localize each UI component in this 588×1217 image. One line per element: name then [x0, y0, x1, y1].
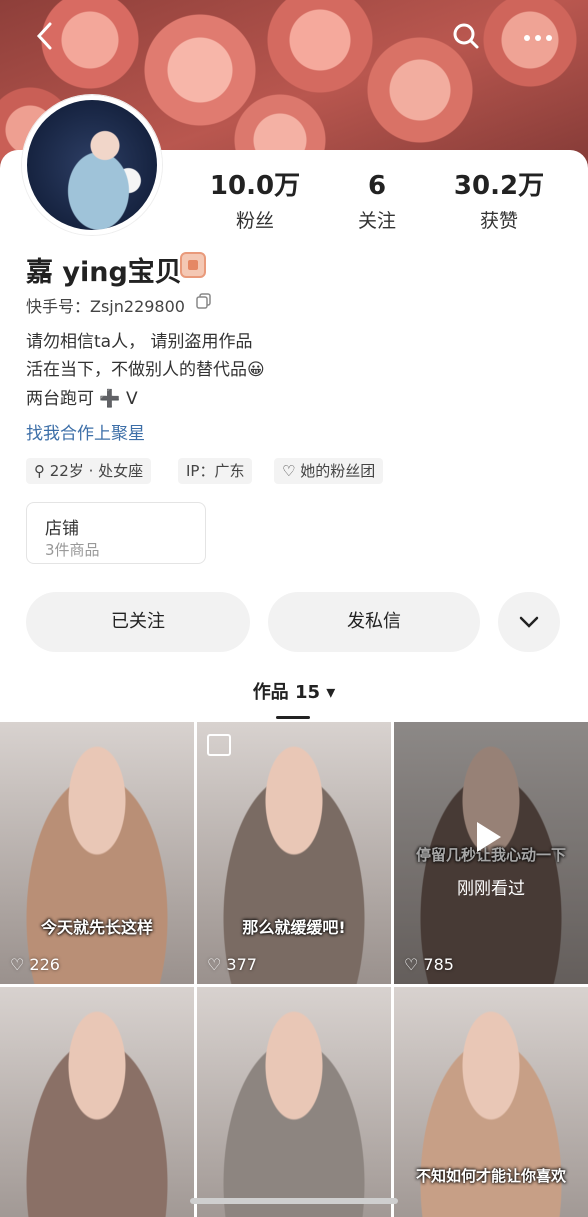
back-arrow-icon[interactable] — [34, 20, 56, 63]
work-likes: ♡ 226 — [10, 955, 60, 974]
recently-viewed-label: 刚刚看过 — [457, 879, 525, 899]
work-caption: 那么就缓缓吧! — [242, 918, 346, 937]
search-icon[interactable] — [452, 20, 480, 63]
work-tile[interactable]: 不知如何才能让你喜欢 — [394, 987, 588, 1217]
chevron-down-icon — [519, 616, 539, 628]
stat-likes[interactable]: 30.2万 获赞 — [434, 170, 564, 233]
copy-icon[interactable] — [196, 293, 212, 309]
stat-followers[interactable]: 10.0万 粉丝 — [190, 170, 320, 233]
work-caption: 今天就先长这样 — [40, 918, 153, 937]
shop-title: 店铺 — [45, 519, 79, 539]
stat-label: 获赞 — [479, 210, 518, 232]
cooperation-link[interactable]: 找我合作上聚星 — [26, 419, 145, 444]
home-indicator[interactable] — [190, 1198, 398, 1204]
bio-line: 活在当下，不做别人的替代品😀 — [26, 360, 265, 380]
bio-line: 两台跑可 ➕ V — [26, 389, 138, 409]
shop-card[interactable]: 店铺 3件商品 — [26, 502, 206, 564]
work-likes: ♡ 377 — [207, 955, 257, 974]
stat-label: 粉丝 — [235, 210, 274, 232]
work-tile[interactable] — [197, 987, 391, 1217]
tag-age-zodiac: ⚲ 22岁 · 处女座 — [26, 458, 152, 484]
profile-name: 嘉 ying宝贝 — [26, 257, 182, 288]
stat-value: 30.2万 — [453, 171, 545, 201]
works-grid: 今天就先长这样 ♡ 226 那么就缓缓吧! ♡ 377 停留几秒让我心动一下 刚… — [0, 722, 588, 1217]
gallery-icon — [207, 734, 231, 756]
verified-badge-icon[interactable] — [180, 252, 206, 278]
stat-value: 6 — [367, 171, 387, 201]
top-bar — [0, 20, 588, 60]
stat-value: 10.0万 — [209, 171, 301, 201]
shop-subtitle: 3件商品 — [45, 541, 100, 559]
followed-button[interactable]: 已关注 — [26, 592, 250, 652]
avatar[interactable] — [22, 95, 162, 235]
work-caption: 不知如何才能让你喜欢 — [415, 1167, 566, 1185]
tag-ip-location: IP：广东 — [178, 458, 253, 484]
work-likes: ♡ 785 — [404, 955, 454, 974]
play-icon — [477, 822, 501, 852]
work-tile[interactable]: 停留几秒让我心动一下 刚刚看过 ♡ 785 — [394, 722, 588, 984]
work-tile[interactable]: 今天就先长这样 ♡ 226 — [0, 722, 194, 984]
profile-stats: 10.0万 粉丝 6 关注 30.2万 获赞 — [190, 170, 580, 240]
stat-following[interactable]: 6 关注 — [312, 170, 442, 233]
message-button[interactable]: 发私信 — [268, 592, 480, 652]
work-tile[interactable] — [0, 987, 194, 1217]
bio-line: 请勿相信ta人， 请别盗用作品 — [26, 332, 253, 352]
more-actions-button[interactable] — [498, 592, 560, 652]
viewed-overlay — [394, 722, 588, 984]
tag-fan-club[interactable]: ♡ 她的粉丝团 — [274, 458, 384, 484]
tab-underline — [276, 716, 310, 719]
work-tile[interactable]: 那么就缓缓吧! ♡ 377 — [197, 722, 391, 984]
tab-works[interactable]: 作品 15 ▾ — [0, 678, 588, 704]
stat-label: 关注 — [357, 210, 396, 232]
more-dots-icon[interactable] — [522, 20, 554, 63]
kuaishou-id: 快手号：Zsjn229800 — [26, 297, 185, 316]
